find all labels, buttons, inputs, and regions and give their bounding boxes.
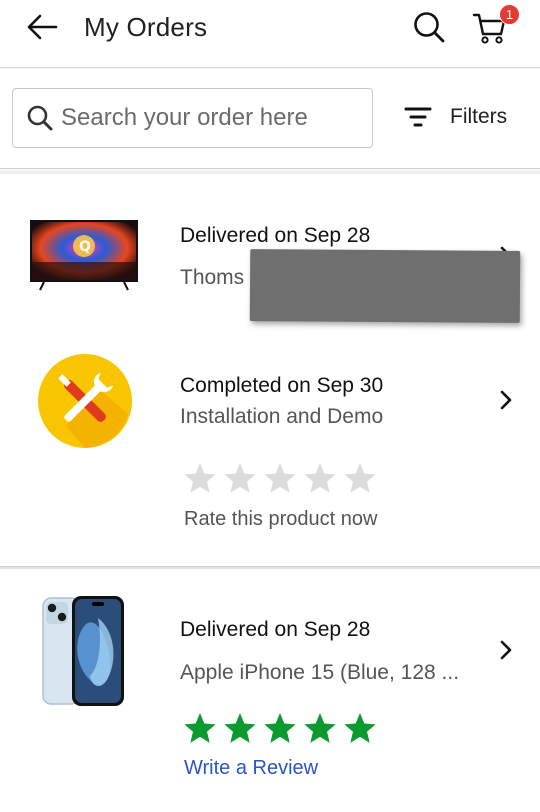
star-icon[interactable] bbox=[180, 710, 220, 746]
cart-button[interactable]: 1 bbox=[470, 4, 520, 46]
svg-text:Q: Q bbox=[79, 239, 91, 255]
rating-stars-empty[interactable] bbox=[180, 460, 380, 496]
cart-badge: 1 bbox=[499, 4, 520, 25]
chevron-right-icon bbox=[494, 388, 518, 412]
section-gap bbox=[0, 170, 540, 174]
order-status: Delivered on Sep 28 bbox=[180, 224, 371, 247]
phone-thumbnail bbox=[42, 596, 124, 706]
redaction-block bbox=[249, 249, 521, 323]
header-search-button[interactable] bbox=[410, 8, 448, 46]
search-bar-row: Filters bbox=[0, 69, 540, 169]
star-icon[interactable] bbox=[340, 710, 380, 746]
star-icon[interactable] bbox=[260, 710, 300, 746]
order-product-name: Apple iPhone 15 (Blue, 128 ... bbox=[180, 661, 460, 684]
orders-page: My Orders 1 Search your order here Filte… bbox=[0, 0, 540, 812]
tv-thumbnail: Q bbox=[30, 220, 138, 291]
arrow-left-icon bbox=[27, 14, 58, 40]
star-icon[interactable] bbox=[300, 710, 340, 746]
divider bbox=[0, 567, 540, 569]
star-icon[interactable] bbox=[180, 460, 220, 496]
star-icon[interactable] bbox=[340, 460, 380, 496]
star-icon[interactable] bbox=[220, 460, 260, 496]
app-header: My Orders 1 bbox=[0, 0, 540, 68]
rate-prompt[interactable]: Rate this product now bbox=[184, 508, 377, 531]
chevron-right-icon bbox=[494, 638, 518, 662]
order-product-name: Thoms bbox=[180, 266, 245, 289]
filters-label: Filters bbox=[450, 105, 508, 128]
search-icon bbox=[414, 12, 445, 43]
filter-icon bbox=[404, 107, 432, 127]
star-icon[interactable] bbox=[260, 460, 300, 496]
order-search-input[interactable] bbox=[61, 104, 361, 132]
rating-stars-filled[interactable] bbox=[180, 710, 380, 746]
search-icon bbox=[25, 103, 55, 133]
order-search-box[interactable] bbox=[12, 88, 373, 148]
filters-button[interactable]: Filters bbox=[404, 97, 507, 137]
order-product-name: Installation and Demo bbox=[180, 405, 384, 428]
write-review-link[interactable]: Write a Review bbox=[184, 757, 318, 780]
star-icon[interactable] bbox=[220, 710, 260, 746]
order-status: Delivered on Sep 28 bbox=[180, 618, 371, 641]
star-icon[interactable] bbox=[300, 460, 340, 496]
order-row-iphone[interactable]: Delivered on Sep 28 Apple iPhone 15 (Blu… bbox=[0, 580, 540, 805]
back-button[interactable] bbox=[24, 10, 60, 44]
page-title: My Orders bbox=[84, 12, 208, 42]
order-row-installation[interactable]: Completed on Sep 30 Installation and Dem… bbox=[0, 340, 540, 550]
order-status: Completed on Sep 30 bbox=[180, 374, 384, 397]
tools-icon bbox=[38, 354, 132, 448]
